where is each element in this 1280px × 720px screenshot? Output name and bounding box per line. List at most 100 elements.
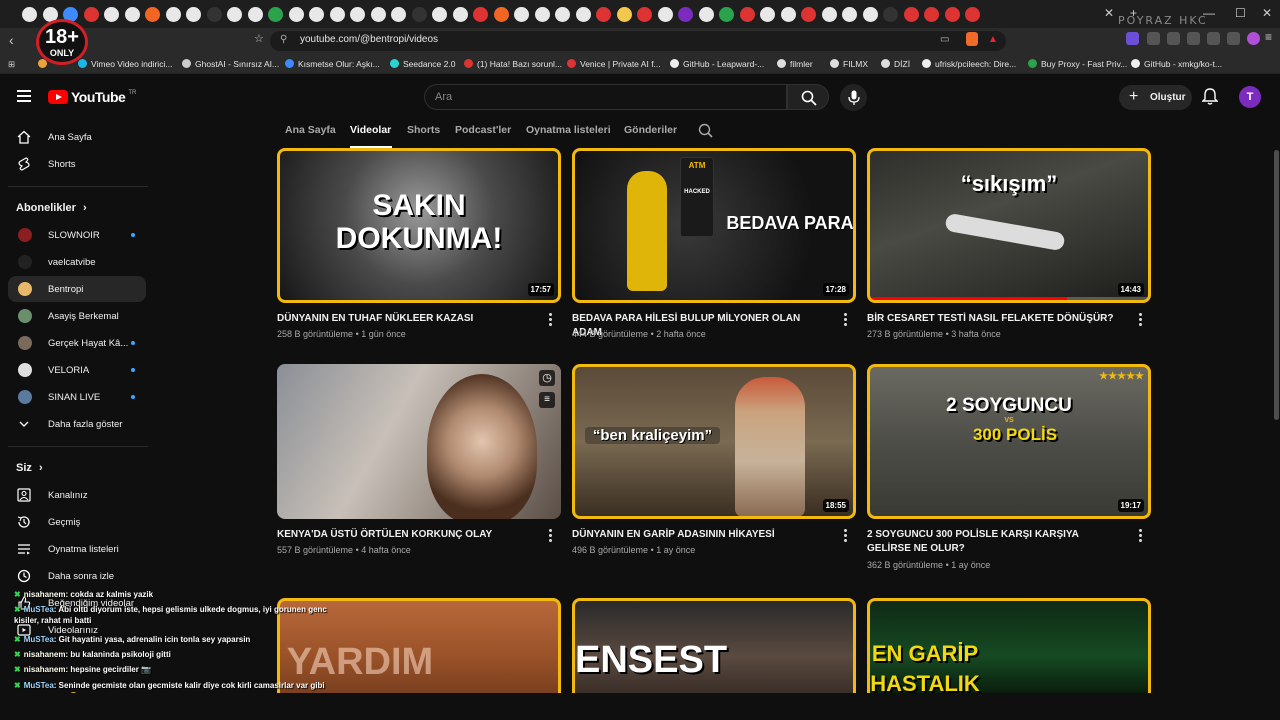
browser-tab-favicon[interactable] [124,6,140,22]
sidebar-item[interactable]: Daha fazla göster [8,411,146,437]
channel-tab[interactable]: Podcast'ler [455,124,511,136]
puzzle-icon[interactable] [1147,32,1160,45]
sidebar-item[interactable]: Daha sonra izle [8,563,146,589]
bookmark-item[interactable]: DİZİ [881,59,910,69]
minimize-icon[interactable]: — [1203,6,1215,20]
browser-tab-favicon[interactable] [83,6,99,22]
video-title[interactable]: DÜNYANIN EN GARİP ADASININ HİKAYESİ [572,528,827,542]
video-title[interactable]: DÜNYANIN EN TUHAF NÜKLEER KAZASI [277,312,532,326]
sidebar-item[interactable]: Kanalınız [8,482,146,508]
browser-tab-favicon[interactable] [370,6,386,22]
video-thumbnail[interactable]: ATM HACKED BEDAVA PARA 17:28 [572,148,856,303]
sidebar-item[interactable]: vaelcatvibe [8,249,146,275]
sidebar-item[interactable]: Ana Sayfa [8,124,146,150]
browser-tab-favicon[interactable] [739,6,755,22]
browser-tab-favicon[interactable] [616,6,632,22]
browser-tab-favicon[interactable] [883,6,898,22]
youtube-logo[interactable]: YouTube TR [48,89,136,105]
browser-tab-favicon[interactable] [268,6,283,22]
video-card[interactable]: ◷ ≡ KENYA'DA ÜSTÜ ÖRTÜLEN KORKUNÇ OLAY 557 … [277,364,561,569]
browser-tab-favicon[interactable] [924,6,939,22]
bookmark-star-icon[interactable]: ☆ [254,32,264,45]
more-options-icon[interactable] [844,529,848,544]
video-card[interactable]: SAKIN DOKUNMA! 17:57 DÜNYANIN EN TUHAF NÜK… [277,148,561,353]
sidebar-item[interactable]: VELORIA [8,357,146,383]
apps-grid-icon[interactable]: ⊞ [8,59,15,70]
browser-tab-favicon[interactable] [104,6,119,22]
browser-tab-favicon[interactable] [903,6,919,22]
subscriptions-heading[interactable]: Abonelikler › [16,202,87,214]
account-avatar[interactable]: T [1239,86,1261,108]
new-tab-icon[interactable]: + [1130,6,1137,20]
more-options-icon[interactable] [1139,313,1143,328]
browser-tab-favicon[interactable] [206,6,222,22]
browser-tab-favicon[interactable] [657,6,673,22]
channel-tab[interactable]: Gönderiler [624,124,677,136]
video-thumbnail[interactable]: EN GARİP HASTALIK [867,598,1151,693]
browser-tab-favicon[interactable] [288,6,304,22]
sidebar-icon[interactable] [1167,32,1180,45]
browser-tab-favicon[interactable] [165,6,181,22]
browser-tab-favicon[interactable] [760,6,775,22]
extension-icon[interactable] [1126,32,1139,45]
bookmark-item[interactable]: Vimeo Video indirici... [78,59,172,69]
bookmark-item[interactable]: GitHub - Leapward-... [670,59,764,69]
profile-icon[interactable] [1247,32,1260,45]
browser-tab-favicon[interactable] [596,6,611,22]
video-card[interactable]: “sıkışım” 14:43 BİR CESARET TESTİ NASIL FE… [867,148,1151,353]
brave-shield-icon[interactable] [966,32,978,46]
close-tab-icon[interactable]: ✕ [1104,6,1114,20]
channel-tab[interactable]: Videolar [350,124,391,136]
bookmark-item[interactable]: Venice | Private AI f... [567,59,661,69]
video-thumbnail[interactable]: “ben kraliçeyim” 18:55 [572,364,856,519]
bookmark-item[interactable]: Kısmetse Olur: Aşkı... [285,59,380,69]
cast-icon[interactable]: ▭ [940,34,949,45]
browser-tab-favicon[interactable] [432,6,447,22]
browser-tab-favicon[interactable] [678,6,693,22]
video-card[interactable]: ENSEST [572,598,856,693]
search-button[interactable] [787,84,829,110]
site-info-icon[interactable]: ⚲ [280,34,287,45]
channel-tab[interactable]: Ana Sayfa [285,124,336,136]
menu-icon[interactable]: ≡ [1265,30,1278,44]
video-thumbnail[interactable]: ENSEST [572,598,856,693]
browser-tab-favicon[interactable] [473,6,488,22]
video-title[interactable]: 2 SOYGUNCU 300 POLİSLE KARŞI KARŞIYA GEL… [867,528,1122,556]
browser-tab-favicon[interactable] [145,6,160,22]
bookmark-item[interactable]: ufrisk/pcileech: Dire... [922,59,1016,69]
notifications-bell-icon[interactable] [1202,88,1218,106]
browser-tab-favicon[interactable] [821,6,837,22]
sidebar-item[interactable]: Geçmiş [8,509,146,535]
browser-tab-favicon[interactable] [575,6,591,22]
bookmark-item[interactable]: GitHub - xmkg/ko-t... [1131,59,1222,69]
url-text[interactable]: youtube.com/@bentropi/videos [300,34,438,45]
video-thumbnail[interactable]: SAKIN DOKUNMA! 17:57 [277,148,561,303]
add-to-queue-icon[interactable]: ≡ [539,392,555,408]
more-options-icon[interactable] [549,313,553,328]
browser-tab-favicon[interactable] [329,6,345,22]
vpn-icon[interactable] [1227,32,1240,45]
browser-tab-favicon[interactable] [22,6,37,22]
browser-tab-favicon[interactable] [780,6,796,22]
browser-tab-favicon[interactable] [637,6,652,22]
channel-search-icon[interactable] [698,123,714,139]
video-thumbnail[interactable]: “sıkışım” 14:43 [867,148,1151,303]
bookmark-item[interactable]: FILMX [830,59,868,69]
browser-tab-favicon[interactable] [719,6,734,22]
sidebar-item[interactable]: Shorts [8,151,146,177]
browser-tab-favicon[interactable] [227,6,242,22]
channel-tab[interactable]: Oynatma listeleri [526,124,611,136]
video-title[interactable]: BİR CESARET TESTİ NASIL FELAKETE DÖNÜŞÜR… [867,312,1122,326]
bookmark-item[interactable]: Buy Proxy - Fast Priv... [1028,59,1127,69]
browser-tab-favicon[interactable] [842,6,857,22]
sidebar-item[interactable]: SLOWNOIR [8,222,146,248]
browser-tab-favicon[interactable] [698,6,714,22]
search-input[interactable]: Ara [424,84,787,110]
video-thumbnail[interactable]: 2 SOYGUNCU VS 300 POLİS ★★★★★ 19:17 [867,364,1151,519]
browser-tab-favicon[interactable] [309,6,324,22]
browser-tab-favicon[interactable] [411,6,427,22]
more-options-icon[interactable] [844,313,848,328]
more-options-icon[interactable] [549,529,553,544]
watch-later-icon[interactable]: ◷ [539,370,555,386]
video-card[interactable]: ATM HACKED BEDAVA PARA 17:28 BEDAVA PARA HİL… [572,148,856,353]
